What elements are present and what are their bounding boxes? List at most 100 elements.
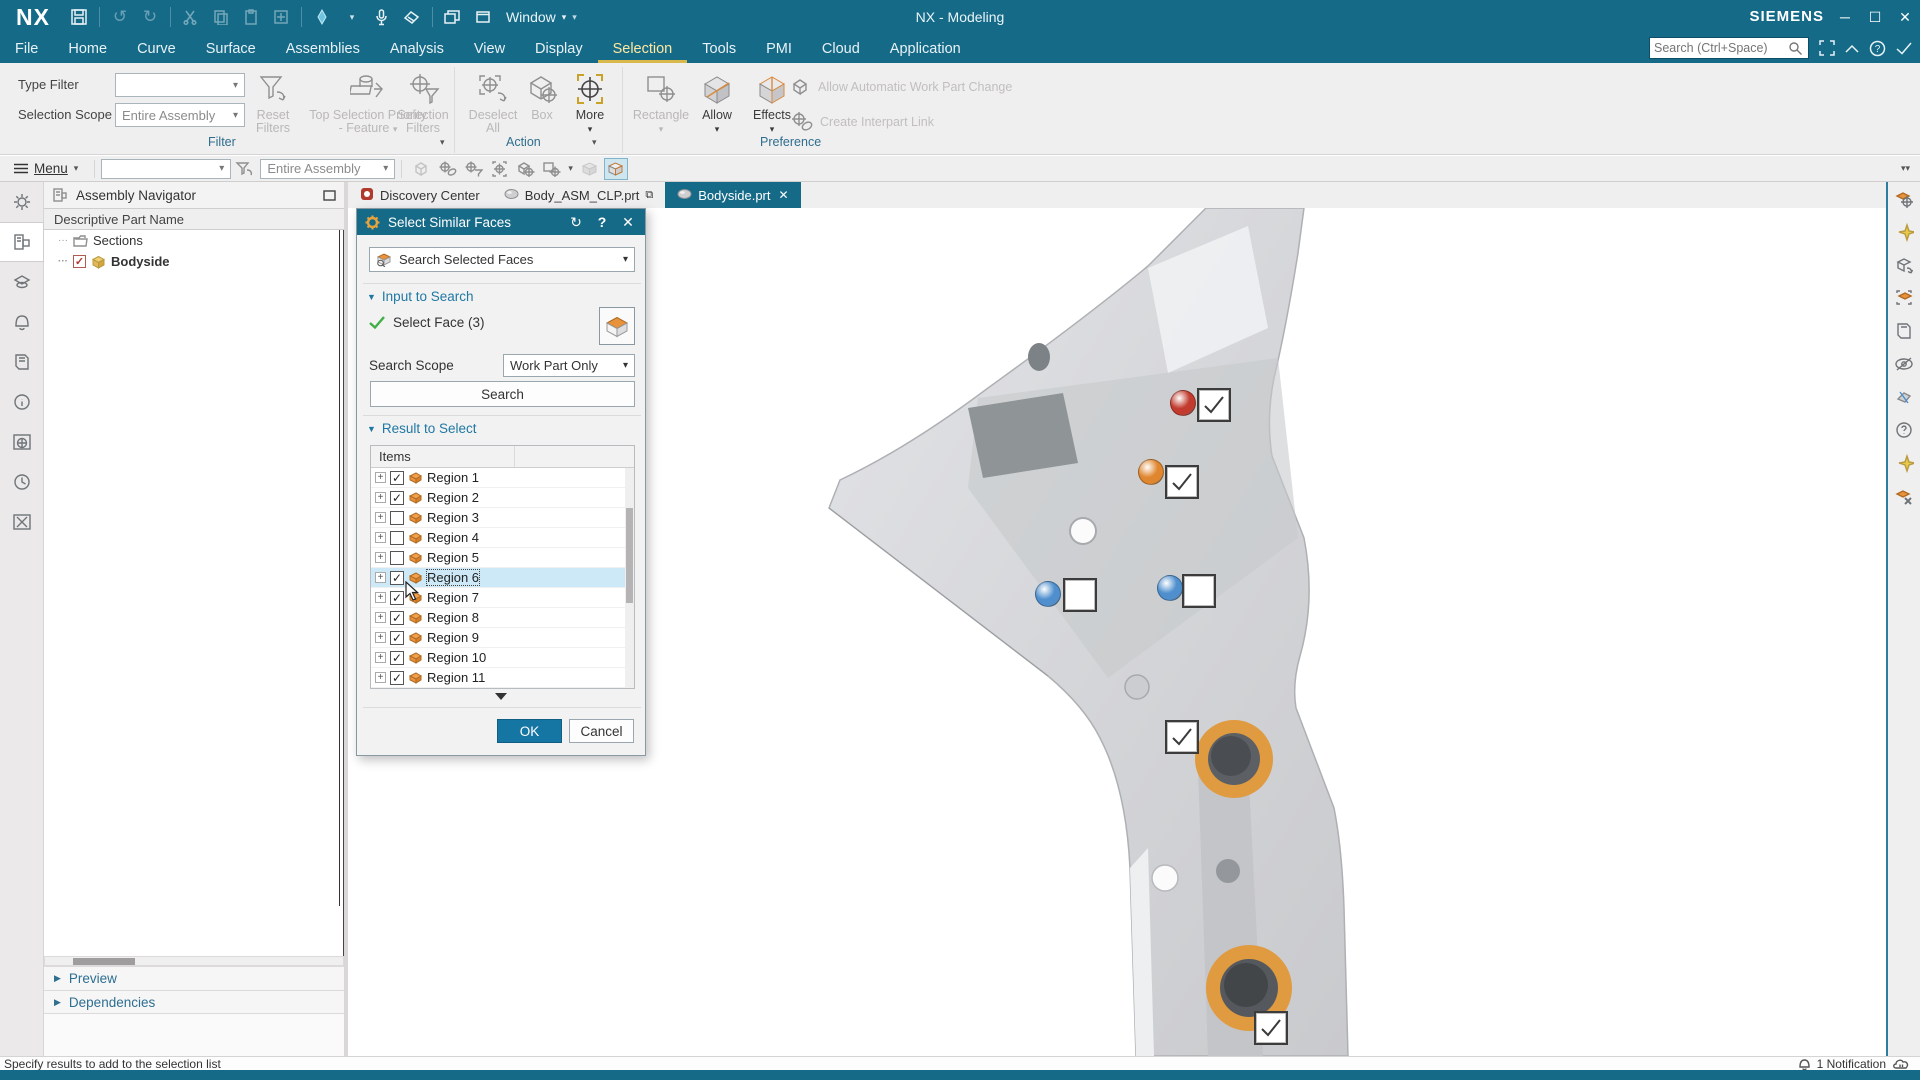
settings-gear-icon[interactable] (0, 182, 44, 222)
expand-plus-icon[interactable]: + (375, 532, 386, 543)
region-checkbox[interactable]: ✓ (390, 610, 404, 625)
toolbar-overflow-icon[interactable]: ▾ (572, 12, 577, 23)
menu-tab-cloud[interactable]: Cloud (807, 34, 875, 63)
doc-tab-body-asm-clp-prt[interactable]: Body_ASM_CLP.prt ⧉ (492, 182, 666, 208)
region-row-region-10[interactable]: + ✓ Region 10 (371, 648, 634, 668)
selection-scope-combo[interactable]: Entire Assembly ▾ (115, 103, 245, 127)
bracket-snap-icon[interactable] (487, 158, 511, 180)
save-icon[interactable] (66, 5, 92, 29)
region-row-region-3[interactable]: + Region 3 (371, 508, 634, 528)
doc-tab-bodyside-prt[interactable]: Bodyside.prt ✕ (665, 182, 801, 208)
expand-plus-icon[interactable]: + (375, 652, 386, 663)
region-checkbox[interactable]: ✓ (390, 630, 404, 645)
menu-tab-tools[interactable]: Tools (687, 34, 751, 63)
region-row-region-4[interactable]: + Region 4 (371, 528, 634, 548)
dependencies-section[interactable]: ▶ Dependencies (44, 990, 344, 1014)
menu-tab-curve[interactable]: Curve (122, 34, 191, 63)
region-row-region-11[interactable]: + ✓ Region 11 (371, 668, 634, 688)
menu-tab-surface[interactable]: Surface (191, 34, 271, 63)
dialog-help-icon[interactable]: ? (593, 214, 611, 230)
more-selection-button[interactable]: More ▾ (568, 69, 612, 136)
cascade-windows-icon[interactable] (440, 5, 466, 29)
touch-gesture-icon[interactable] (399, 5, 425, 29)
type-filter-combo[interactable]: ▾ (115, 73, 245, 97)
action-group-dialog-icon[interactable]: ▾ (592, 137, 597, 148)
menu-tab-view[interactable]: View (459, 34, 520, 63)
duplicate-tab-icon[interactable]: ⧉ (645, 189, 653, 202)
select-face-row[interactable]: Select Face (3) (369, 315, 485, 330)
menu-tab-analysis[interactable]: Analysis (375, 34, 459, 63)
microphone-icon[interactable] (369, 5, 395, 29)
allow-selection-button[interactable]: Allow ▾ (692, 69, 742, 136)
minimize-button[interactable]: ─ (1830, 0, 1860, 34)
navigator-column-header[interactable]: Descriptive Part Name (44, 208, 344, 230)
result-to-select-section[interactable]: ▼ Result to Select (367, 421, 476, 436)
expand-plus-icon[interactable]: + (375, 672, 386, 683)
region-checkbox[interactable] (390, 550, 404, 565)
reset-filter-icon[interactable] (232, 158, 256, 180)
menu-tab-home[interactable]: Home (53, 34, 122, 63)
select-similar-faces-dialog[interactable]: Select Similar Faces ↻ ? ✕ Search Select… (356, 208, 646, 756)
list-expander-icon[interactable] (495, 693, 507, 700)
face-selection-box-icon[interactable] (1888, 281, 1920, 314)
viewport-checkbox-checked[interactable] (1254, 1011, 1288, 1045)
fullscreen-icon[interactable] (1819, 40, 1835, 56)
confirm-icon[interactable] (1896, 42, 1912, 55)
scope-combo[interactable]: Entire Assembly ▾ (260, 158, 396, 179)
expand-plus-icon[interactable]: + (375, 572, 386, 583)
region-checkbox[interactable]: ✓ (390, 490, 404, 505)
region-checkbox[interactable] (390, 530, 404, 545)
library-book-icon[interactable] (0, 342, 44, 382)
section-face-icon[interactable] (1888, 380, 1920, 413)
constraint-navigator-icon[interactable] (0, 262, 44, 302)
search-icon[interactable] (1788, 41, 1803, 56)
menu-tab-selection[interactable]: Selection (597, 34, 688, 63)
rect-snap-icon[interactable] (539, 158, 563, 180)
assembly-navigator-icon[interactable] (0, 222, 44, 262)
web-browser-icon[interactable] (0, 422, 44, 462)
window-menu[interactable]: Window ▾ ▾ (506, 9, 577, 25)
delete-face-icon[interactable] (1888, 479, 1920, 512)
input-to-search-section[interactable]: ▼ Input to Search (367, 289, 473, 304)
command-finder-icon[interactable] (309, 5, 335, 29)
region-checkbox[interactable] (390, 510, 404, 525)
expand-plus-icon[interactable]: + (375, 472, 386, 483)
expand-plus-icon[interactable]: + (375, 552, 386, 563)
face-select-button[interactable] (599, 307, 635, 345)
close-button[interactable]: ✕ (1890, 0, 1920, 34)
menu-tab-assemblies[interactable]: Assemblies (271, 34, 375, 63)
filter-group-dialog-icon[interactable]: ▾ (440, 137, 445, 148)
search-type-combo[interactable]: Search Selected Faces ▾ (369, 247, 635, 272)
face-group-ball-marker[interactable] (1157, 575, 1183, 601)
filter-combo[interactable]: ▾ (101, 158, 232, 179)
quick-access-star-icon[interactable] (1888, 215, 1920, 248)
result-items-table[interactable]: Items + ✓ Region 1 + ✓ Region 2 + Region 3 + Regi… (370, 445, 635, 689)
region-row-region-12[interactable]: +✓Region 12 (371, 688, 634, 689)
search-box[interactable] (1649, 37, 1809, 59)
snap-overflow-caret[interactable]: ▾ (568, 163, 573, 174)
panel-window-icon[interactable] (323, 189, 336, 201)
items-scrollbar[interactable] (625, 468, 634, 688)
region-checkbox[interactable]: ✓ (390, 470, 404, 485)
minimize-ribbon-icon[interactable] (1845, 44, 1859, 53)
expand-plus-icon[interactable]: + (375, 492, 386, 503)
component-checkbox[interactable]: ✓ (73, 255, 86, 268)
tree-row-sections[interactable]: ··· Sections (44, 230, 343, 251)
expand-plus-icon[interactable]: + (375, 612, 386, 623)
undo-face-icon[interactable] (1888, 248, 1920, 281)
expand-plus-icon[interactable]: + (375, 632, 386, 643)
dialog-close-icon[interactable]: ✕ (619, 214, 637, 231)
toolbox-icon[interactable] (0, 502, 44, 542)
region-checkbox[interactable]: ✓ (390, 590, 404, 605)
maximize-button[interactable]: ☐ (1860, 0, 1890, 34)
expand-plus-icon[interactable]: + (375, 592, 386, 603)
preview-section[interactable]: ▶ Preview (44, 966, 344, 990)
restore-window-icon[interactable] (470, 5, 496, 29)
cloud-sync-icon[interactable] (1892, 1057, 1910, 1070)
tree-row-bodyside[interactable]: ··· ✓ Bodyside (44, 251, 343, 272)
region-checkbox[interactable]: ✓ (390, 570, 404, 585)
close-tab-icon[interactable]: ✕ (779, 188, 789, 202)
dialog-header[interactable]: Select Similar Faces ↻ ? ✕ (357, 209, 645, 235)
ok-button[interactable]: OK (497, 719, 562, 743)
viewport-checkbox-checked[interactable] (1165, 465, 1199, 499)
